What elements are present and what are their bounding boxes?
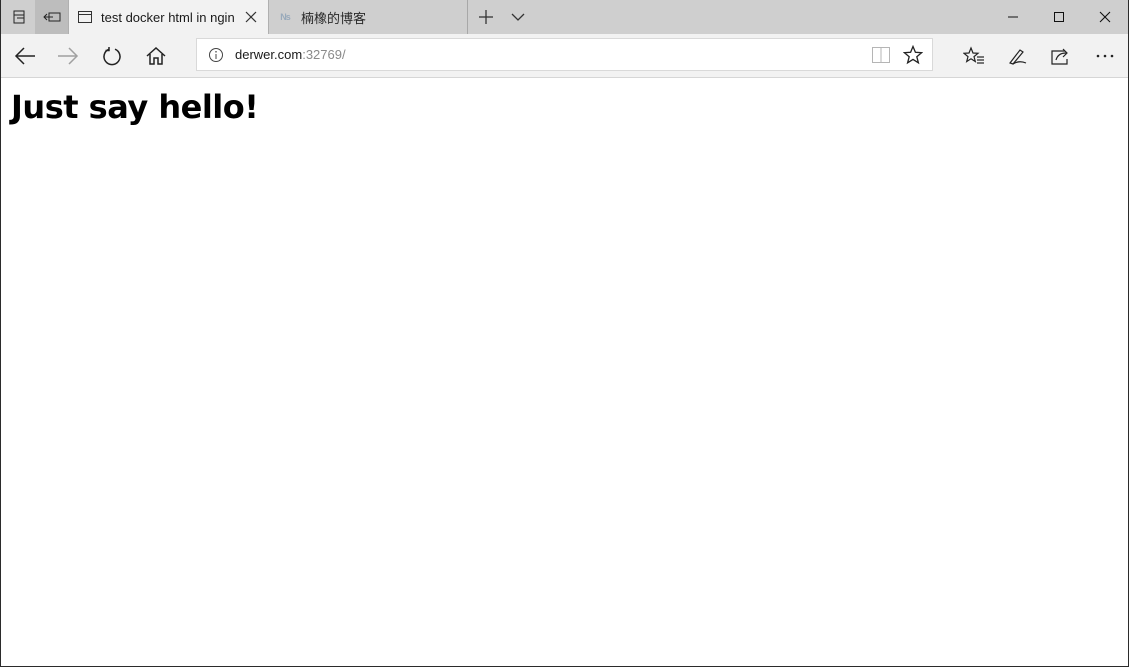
arrow-right-icon — [57, 46, 79, 65]
favorites-button[interactable] — [954, 34, 994, 77]
minimize-icon — [1007, 11, 1019, 23]
address-bar[interactable]: derwer.com:32769/ — [196, 38, 933, 71]
close-window-button[interactable] — [1082, 0, 1128, 34]
refresh-icon — [102, 46, 122, 66]
url-port-path: :32769/ — [302, 47, 346, 62]
close-tab-icon[interactable] — [243, 9, 259, 25]
tab-strip: test docker html in ngin Ns 楠橡的博客 — [1, 0, 1128, 34]
home-button[interactable] — [136, 34, 176, 77]
tab-title: test docker html in ngin — [101, 9, 235, 25]
more-dots-icon — [1095, 53, 1115, 59]
home-icon — [146, 46, 166, 65]
page-content: Just say hello! — [1, 78, 1128, 666]
plus-icon — [478, 9, 494, 25]
tab-inactive[interactable]: Ns 楠橡的博客 — [269, 0, 468, 34]
new-tab-button[interactable] — [469, 0, 502, 34]
page-heading: Just say hello! — [11, 88, 259, 126]
set-tabs-aside-button[interactable] — [35, 0, 68, 34]
back-button[interactable] — [5, 34, 45, 77]
share-icon — [1050, 46, 1072, 66]
refresh-button[interactable] — [92, 34, 132, 77]
browser-window: test docker html in ngin Ns 楠橡的博客 derwer… — [0, 0, 1129, 667]
forward-button[interactable] — [48, 34, 88, 77]
url-host: derwer.com — [235, 47, 303, 62]
chevron-down-icon — [511, 12, 525, 22]
tab-active[interactable]: test docker html in ngin — [68, 0, 269, 34]
tab-preview-button[interactable] — [2, 0, 35, 34]
set-tabs-aside-icon — [42, 9, 61, 25]
info-icon[interactable] — [208, 47, 224, 63]
tab-title: 楠橡的博客 — [301, 10, 367, 26]
page-icon — [77, 9, 93, 25]
share-button[interactable] — [1041, 34, 1081, 77]
url-text: derwer.com:32769/ — [235, 47, 346, 62]
maximize-button[interactable] — [1036, 0, 1082, 34]
web-notes-button[interactable] — [997, 34, 1037, 77]
ns-favicon-icon: Ns — [280, 12, 290, 22]
maximize-icon — [1053, 11, 1065, 23]
arrow-left-icon — [14, 46, 36, 65]
more-button[interactable] — [1085, 34, 1125, 77]
close-icon — [1099, 11, 1111, 23]
tab-preview-icon — [11, 9, 27, 25]
reading-view-icon[interactable] — [871, 46, 891, 64]
tab-list-button[interactable] — [501, 0, 534, 34]
navigation-bar: derwer.com:32769/ — [1, 34, 1128, 78]
minimize-button[interactable] — [990, 0, 1036, 34]
star-icon[interactable] — [903, 45, 923, 65]
favorites-list-icon — [963, 45, 985, 66]
pen-icon — [1007, 46, 1027, 66]
